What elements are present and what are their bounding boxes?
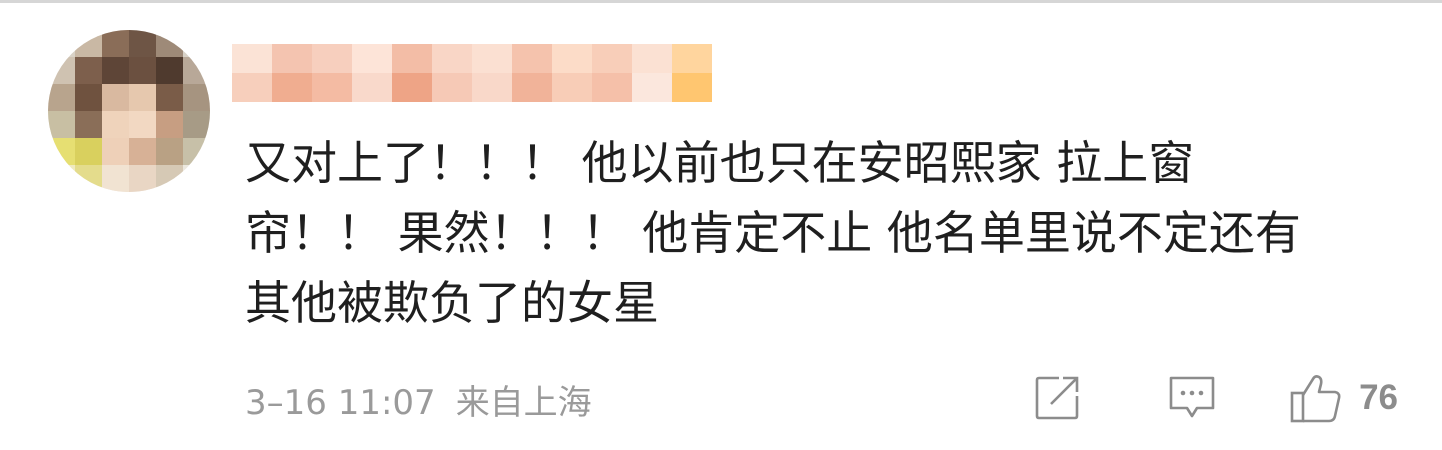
- username-pixelated-icon: [232, 44, 712, 102]
- comment-button[interactable]: [1167, 374, 1217, 422]
- top-divider: [0, 0, 1442, 3]
- avatar-pixelated-icon: [48, 30, 210, 192]
- comment-icon: [1169, 376, 1215, 418]
- share-icon: [1035, 376, 1079, 420]
- thumbs-up-icon: [1290, 375, 1341, 423]
- comment-text-line: 又对上了！！！ 他以前也只在安昭熙家 拉上窗: [245, 136, 1195, 190]
- comment-actions: 76: [1033, 366, 1398, 430]
- share-button[interactable]: [1033, 374, 1081, 422]
- like-button[interactable]: 76: [1289, 372, 1398, 424]
- comment-timestamp: 3–16 11:07: [245, 383, 436, 423]
- avatar[interactable]: [48, 30, 210, 192]
- like-count: 76: [1359, 378, 1398, 417]
- comment-text-line: 其他被欺负了的女星: [245, 276, 659, 330]
- username-censored[interactable]: [232, 44, 712, 102]
- comment-meta: 3–16 11:07 来自上海: [245, 375, 592, 424]
- comment-text: 又对上了！！！ 他以前也只在安昭熙家 拉上窗 帘！！ 果然！！！ 他肯定不止 他…: [245, 128, 1365, 338]
- comment-text-line: 帘！！ 果然！！！ 他肯定不止 他名单里说不定还有: [245, 206, 1301, 260]
- comment-location: 来自上海: [455, 383, 592, 423]
